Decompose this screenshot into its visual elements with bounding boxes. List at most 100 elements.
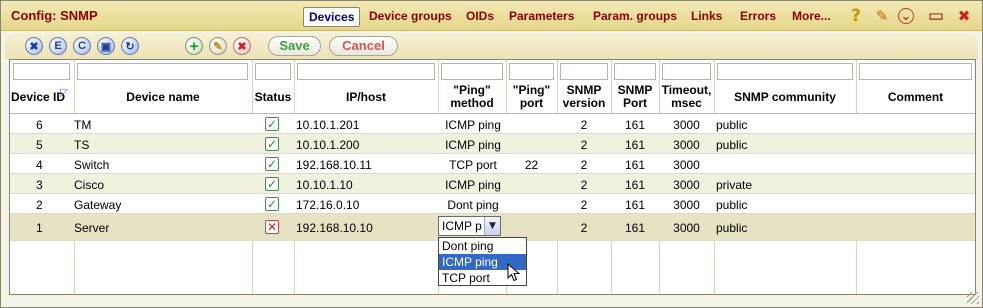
cell-snmp-version: 2 — [580, 221, 588, 235]
option-dont-ping[interactable]: Dont ping — [439, 238, 526, 254]
cell-snmp-version: 2 — [580, 118, 588, 132]
cell-ping-method: Dont ping — [447, 198, 499, 212]
maximize-icon[interactable]: ▭ — [927, 6, 945, 26]
header-device-id[interactable]: Device ID — [10, 82, 66, 112]
copy-button[interactable]: C — [73, 37, 91, 55]
delete-all-button[interactable]: ✖ — [25, 37, 43, 55]
cell-snmp-port: 161 — [624, 221, 646, 235]
cell-device-id: 2 — [36, 198, 43, 212]
filter-snmp-port[interactable] — [614, 63, 656, 80]
cell-device-name: Server — [74, 221, 110, 235]
cancel-button[interactable]: Cancel — [329, 36, 398, 56]
cell-snmp-port: 161 — [624, 158, 646, 172]
tab-param-groups[interactable]: Param. groups — [593, 7, 677, 27]
cell-ip-host: 192.168.10.10 — [296, 221, 373, 235]
cell-snmp-community: public — [716, 198, 748, 212]
collapse-icon[interactable]: ⌄ — [898, 8, 914, 24]
cell-snmp-community: public — [716, 138, 748, 152]
cell-timeout: 3000 — [673, 198, 700, 212]
chevron-down-icon[interactable]: ▼ — [484, 217, 500, 235]
cell-ip-host: 10.10.1.200 — [296, 138, 360, 152]
tab-errors[interactable]: Errors — [740, 7, 776, 27]
tab-oids[interactable]: OIDs — [466, 7, 494, 27]
status-error-icon: ✕ — [265, 220, 279, 234]
header-comment[interactable]: Comment — [856, 82, 975, 112]
tab-devices[interactable]: Devices — [303, 7, 361, 27]
tab-parameters[interactable]: Parameters — [509, 7, 574, 27]
status-ok-icon: ✓ — [265, 197, 279, 211]
status-ok-icon: ✓ — [265, 157, 279, 171]
filter-comment[interactable] — [859, 63, 972, 80]
config-window: Config: SNMP Devices Device groups OIDs … — [0, 0, 983, 308]
filter-device-id[interactable] — [13, 63, 70, 80]
cell-ip-host: 10.10.1.201 — [296, 118, 360, 132]
cell-snmp-version: 2 — [580, 138, 588, 152]
filter-snmp-community[interactable] — [717, 63, 853, 80]
window-title: Config: SNMP — [11, 8, 98, 23]
header-ip-host[interactable]: IP/host — [294, 82, 438, 112]
refresh-button[interactable]: ↻ — [121, 37, 139, 55]
tab-links[interactable]: Links — [691, 7, 722, 27]
status-ok-icon: ✓ — [265, 137, 279, 151]
header-snmp-version[interactable]: SNMP version — [557, 82, 611, 112]
cell-ping-method: ICMP ping — [445, 118, 501, 132]
close-icon[interactable]: ✖ — [955, 7, 973, 25]
cell-ping-method: ICMP ping — [445, 138, 501, 152]
cell-snmp-port: 161 — [624, 118, 646, 132]
cell-ping-method: ICMP ping — [445, 178, 501, 192]
cell-snmp-version: 2 — [580, 198, 588, 212]
cell-ip-host: 192.168.10.11 — [296, 158, 372, 172]
cell-snmp-community: public — [716, 118, 748, 132]
cell-snmp-community: private — [716, 178, 753, 192]
filter-device-name[interactable] — [77, 63, 248, 80]
cell-device-id: 4 — [36, 158, 43, 172]
cell-device-name: Switch — [74, 158, 110, 172]
cell-ip-host: 172.16.0.10 — [296, 198, 360, 212]
filter-status[interactable] — [255, 63, 291, 80]
tab-more[interactable]: More... — [792, 7, 831, 27]
cell-ping-method: TCP port — [449, 158, 497, 172]
mouse-cursor-icon — [507, 263, 521, 282]
header-ping-method[interactable]: "Ping" method — [438, 82, 506, 112]
filter-ip-host[interactable] — [297, 63, 435, 80]
filter-snmp-version[interactable] — [560, 63, 608, 80]
add-row-button[interactable]: + — [185, 37, 203, 55]
edit-row-button[interactable]: ✎ — [209, 37, 227, 55]
cell-device-name: Cisco — [74, 178, 105, 192]
cell-device-name: TS — [74, 138, 90, 152]
filter-ping-port[interactable] — [509, 63, 554, 80]
export-button[interactable]: E — [49, 37, 67, 55]
cell-ip-host: 10.10.1.10 — [296, 178, 353, 192]
filter-timeout[interactable] — [662, 63, 711, 80]
tab-device-groups[interactable]: Device groups — [369, 7, 452, 27]
cell-device-id: 1 — [36, 221, 43, 235]
cell-device-name: Gateway — [74, 198, 122, 212]
cell-timeout: 3000 — [673, 178, 700, 192]
save-button[interactable]: Save — [268, 36, 321, 56]
delete-row-button[interactable]: ✖ — [233, 37, 251, 55]
save-icon-button[interactable]: ▣ — [97, 37, 115, 55]
header-timeout[interactable]: Timeout, msec — [659, 82, 714, 112]
cell-snmp-port: 161 — [624, 138, 646, 152]
cell-snmp-version: 2 — [580, 158, 588, 172]
resize-grip-icon[interactable] — [967, 292, 979, 304]
pencil-icon[interactable]: ✎ — [873, 7, 891, 25]
cell-snmp-port: 161 — [624, 198, 646, 212]
cell-device-id: 6 — [36, 118, 43, 132]
sort-ascending-icon[interactable]: ◸ — [60, 86, 72, 98]
toolbar — [5, 33, 978, 59]
header-device-name[interactable]: Device name — [74, 82, 252, 112]
cell-device-name: TM — [74, 118, 92, 132]
header-ping-port[interactable]: "Ping" port — [506, 82, 557, 112]
cell-timeout: 3000 — [673, 158, 700, 172]
header-snmp-port[interactable]: SNMP Port — [611, 82, 659, 112]
cell-timeout: 3000 — [673, 118, 700, 132]
filter-ping-method[interactable] — [441, 63, 503, 80]
help-icon[interactable]: ? — [847, 6, 865, 26]
ping-method-select[interactable]: ICMP p ▼ — [438, 216, 501, 236]
header-status[interactable]: Status — [252, 82, 294, 112]
cell-timeout: 3000 — [673, 138, 700, 152]
header-snmp-community[interactable]: SNMP community — [714, 82, 856, 112]
cell-snmp-community: public — [716, 221, 748, 235]
ping-method-select-value: ICMP p — [442, 219, 482, 233]
